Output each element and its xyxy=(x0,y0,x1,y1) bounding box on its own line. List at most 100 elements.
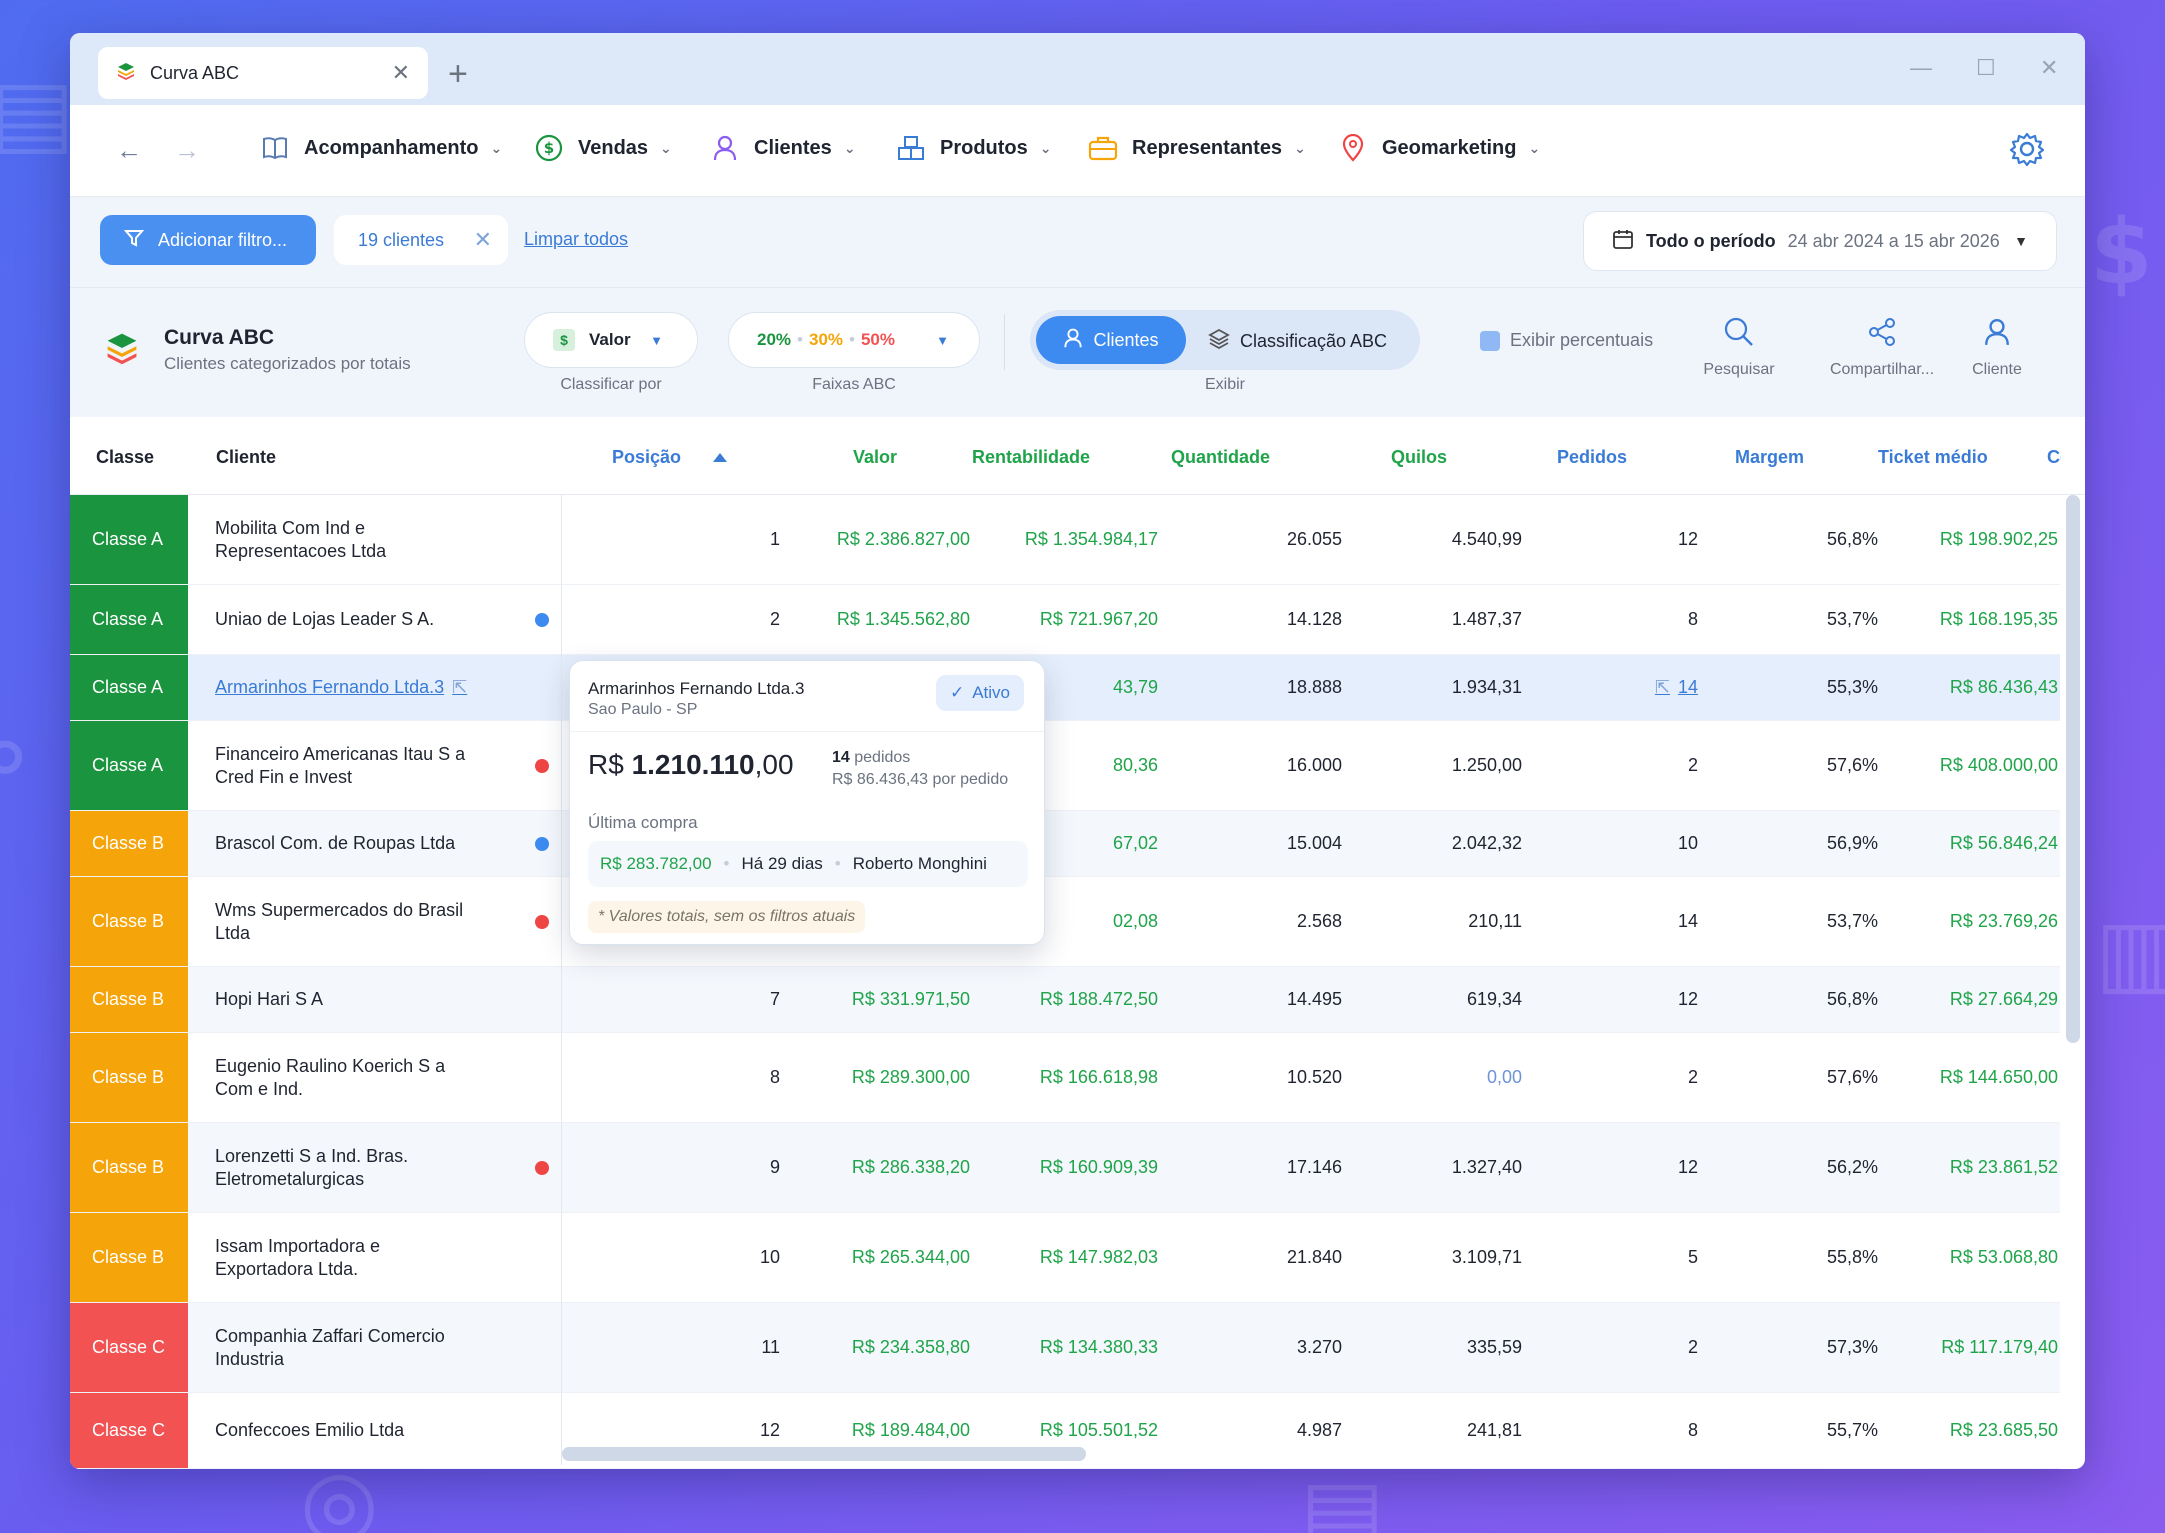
close-window-icon[interactable]: ✕ xyxy=(2040,55,2058,81)
tab-title: Curva ABC xyxy=(150,62,240,83)
close-tab-icon[interactable]: ✕ xyxy=(392,60,410,86)
nav-label: Clientes xyxy=(754,136,832,159)
class-badge: Classe B xyxy=(70,1123,188,1212)
col-rentabilidade[interactable]: Rentabilidade xyxy=(972,447,1090,468)
ticket-cell: R$ 23.769,26 xyxy=(1949,911,2058,931)
checkbox[interactable] xyxy=(1480,330,1500,351)
table-row[interactable]: Classe B Eugenio Raulino Koerich S a Com… xyxy=(70,1033,2060,1123)
view-clientes-button[interactable]: Clientes xyxy=(1036,316,1186,364)
nav-vendas[interactable]: $ Vendas ⌄ xyxy=(534,133,672,163)
maximize-icon[interactable]: ☐ xyxy=(1976,55,1996,81)
table-row[interactable]: Classe A Uniao de Lojas Leader S A. 2 R$… xyxy=(70,585,2060,655)
nav-clientes[interactable]: Clientes ⌄ xyxy=(710,133,856,163)
orders-label: pedidos xyxy=(854,749,911,766)
back-arrow-icon[interactable]: ← xyxy=(116,135,142,166)
view-abc-button[interactable]: Classificação ABC xyxy=(1208,328,1387,355)
margin-cell: 57,6% xyxy=(1826,1067,1878,1087)
col-pedidos[interactable]: Pedidos xyxy=(1557,447,1627,468)
table-row[interactable]: Classe C Companhia Zaffari Comercio Indu… xyxy=(70,1303,2060,1393)
client-name[interactable]: Companhia Zaffari Comercio Industria xyxy=(215,1303,475,1392)
external-link-icon[interactable]: ⇱ xyxy=(452,676,467,699)
quantity-cell: 10.520 xyxy=(1286,1067,1342,1087)
class-badge: Classe A xyxy=(70,721,188,810)
position-cell: 9 xyxy=(769,1157,780,1177)
new-tab-icon[interactable]: + xyxy=(448,55,468,94)
client-tool[interactable]: Cliente xyxy=(1942,316,2052,379)
report-title: Curva ABC xyxy=(164,326,275,349)
browser-tab[interactable]: Curva ABC ✕ xyxy=(98,47,428,99)
client-name[interactable]: Brascol Com. de Roupas Ltda xyxy=(215,811,475,876)
client-name-link[interactable]: Armarinhos Fernando Ltda.3 ⇱ xyxy=(215,655,475,720)
class-badge: Classe A xyxy=(70,495,188,584)
search-tool[interactable]: Pesquisar xyxy=(1684,316,1794,379)
profit-cell: 80,36 xyxy=(1112,755,1158,775)
client-name[interactable]: Issam Importadora e Exportadora Ltda. xyxy=(215,1213,475,1302)
minimize-icon[interactable]: — xyxy=(1910,55,1932,81)
table-row[interactable]: Classe B Lorenzetti S a Ind. Bras. Eletr… xyxy=(70,1123,2060,1213)
client-name[interactable]: Hopi Hari S A xyxy=(215,967,475,1032)
table-row[interactable]: Classe B Issam Importadora e Exportadora… xyxy=(70,1213,2060,1303)
client-name[interactable]: Eugenio Raulino Koerich S a Com e Ind. xyxy=(215,1033,475,1122)
status-dot xyxy=(535,759,549,773)
separator-dot: • xyxy=(797,330,803,349)
app-window: Curva ABC ✕ + — ☐ ✕ ← → Acompanhamento ⌄… xyxy=(70,33,2085,1469)
popup-client-name: Armarinhos Fernando Ltda.3 xyxy=(588,679,805,698)
abc-bands-dropdown[interactable]: 20% • 30% • 50% ▼ xyxy=(728,312,980,368)
orders-link-cell[interactable]: ⇱ 14 xyxy=(1655,655,1698,720)
col-ticket[interactable]: Ticket médio xyxy=(1878,447,1988,468)
popup-location: Sao Paulo - SP xyxy=(588,701,698,718)
horizontal-scrollbar[interactable] xyxy=(562,1447,1086,1461)
client-name[interactable]: Confeccoes Emilio Ltda xyxy=(215,1393,475,1468)
profit-cell: R$ 188.472,50 xyxy=(1039,989,1158,1009)
nav-representantes[interactable]: Representantes ⌄ xyxy=(1088,133,1306,163)
sort-by-dropdown[interactable]: $ Valor ▼ xyxy=(524,312,698,368)
filter-bar: Adicionar filtro... 19 clientes ✕ Limpar… xyxy=(70,197,2085,287)
table-row[interactable]: Classe B Wms Supermercados do Brasil Ltd… xyxy=(70,877,2060,967)
table-row[interactable]: Classe A Armarinhos Fernando Ltda.3 ⇱ 43… xyxy=(70,655,2060,721)
client-name[interactable]: Armarinhos Fernando Ltda.3 xyxy=(215,676,444,699)
col-posicao[interactable]: Posição xyxy=(612,447,681,468)
table-row[interactable]: Classe B Hopi Hari S A 7 R$ 331.971,50 R… xyxy=(70,967,2060,1033)
clients-filter-chip[interactable]: 19 clientes ✕ xyxy=(334,215,508,265)
share-tool[interactable]: Compartilhar... xyxy=(1812,316,1952,379)
period-selector[interactable]: Todo o período 24 abr 2024 a 15 abr 2026… xyxy=(1583,211,2057,271)
col-quantidade[interactable]: Quantidade xyxy=(1171,447,1270,468)
client-name[interactable]: Lorenzetti S a Ind. Bras. Eletrometalurg… xyxy=(215,1123,475,1212)
table-row[interactable]: Classe B Brascol Com. de Roupas Ltda 67,… xyxy=(70,811,2060,877)
nav-acompanhamento[interactable]: Acompanhamento ⌄ xyxy=(260,133,502,163)
ticket-cell: R$ 86.436,43 xyxy=(1949,677,2058,697)
col-valor[interactable]: Valor xyxy=(853,447,897,468)
profit-cell: R$ 134.380,33 xyxy=(1039,1337,1158,1357)
separator-dot: • xyxy=(723,854,730,873)
clear-filters-link[interactable]: Limpar todos xyxy=(524,229,628,250)
nav-produtos[interactable]: Produtos ⌄ xyxy=(896,133,1052,163)
sort-asc-icon[interactable] xyxy=(713,453,727,462)
nav-geomarketing[interactable]: Geomarketing ⌄ xyxy=(1338,133,1540,163)
add-filter-button[interactable]: Adicionar filtro... xyxy=(100,215,316,265)
kilos-cell: 1.934,31 xyxy=(1451,677,1522,697)
orders-cell: 12 xyxy=(1677,529,1698,549)
client-name[interactable]: Wms Supermercados do Brasil Ltda xyxy=(215,877,475,966)
client-name[interactable]: Financeiro Americanas Itau S a Cred Fin … xyxy=(215,721,475,810)
forward-arrow-icon[interactable]: → xyxy=(174,135,200,166)
remove-filter-icon[interactable]: ✕ xyxy=(474,227,492,253)
status-label: Ativo xyxy=(972,683,1010,702)
col-cliente[interactable]: Cliente xyxy=(216,447,276,468)
report-subtitle: Clientes categorizados por totais xyxy=(164,354,411,373)
popup-note: * Valores totais, sem os filtros atuais xyxy=(588,901,866,933)
show-percent-toggle[interactable]: Exibir percentuais xyxy=(1480,330,1653,351)
gear-icon[interactable] xyxy=(2009,131,2045,172)
col-margem[interactable]: Margem xyxy=(1735,447,1804,468)
ticket-cell: R$ 144.650,00 xyxy=(1939,1067,2058,1087)
vertical-scrollbar[interactable] xyxy=(2066,495,2080,1043)
col-quilos[interactable]: Quilos xyxy=(1391,447,1447,468)
table-row[interactable]: Classe A Mobilita Com Ind e Representaco… xyxy=(70,495,2060,585)
orders-count[interactable]: 14 xyxy=(1678,677,1698,698)
map-pin-icon xyxy=(1338,133,1368,163)
margin-cell: 56,2% xyxy=(1826,1157,1878,1177)
client-name[interactable]: Uniao de Lojas Leader S A. xyxy=(215,585,475,654)
client-name[interactable]: Mobilita Com Ind e Representacoes Ltda xyxy=(215,495,475,584)
col-extra[interactable]: Co xyxy=(2047,447,2061,468)
col-classe[interactable]: Classe xyxy=(96,447,154,468)
table-row[interactable]: Classe A Financeiro Americanas Itau S a … xyxy=(70,721,2060,811)
